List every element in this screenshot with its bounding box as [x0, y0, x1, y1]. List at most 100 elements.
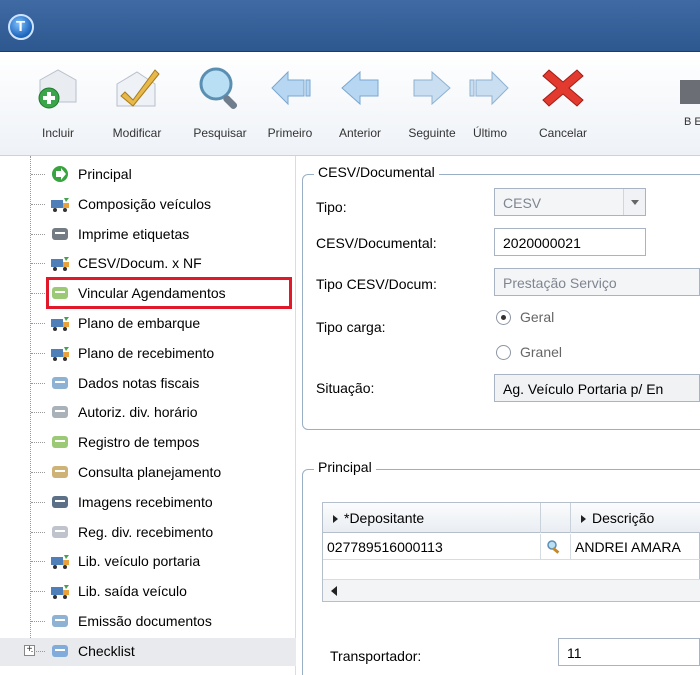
situacao-label: Situação:	[316, 380, 375, 396]
gear-link-icon	[50, 433, 70, 451]
carga-granel-radio[interactable]	[496, 345, 511, 360]
pesquisar-label: Pesquisar	[193, 126, 247, 140]
tree-item-label: Imagens recebimento	[78, 494, 213, 510]
principal-group-legend: Principal	[314, 459, 376, 475]
pesquisar-button[interactable]: Pesquisar	[184, 58, 256, 150]
column-header-depositante[interactable]: *Depositante	[323, 503, 541, 533]
tipo-value: CESV	[503, 195, 542, 211]
transportador-label: Transportador:	[330, 648, 422, 664]
scroll-left-icon[interactable]	[331, 586, 337, 596]
primeiro-button[interactable]: Primeiro	[256, 58, 324, 150]
flask-icon	[50, 523, 70, 541]
truncated-icon	[680, 80, 700, 104]
main-toolbar: Incluir Modificar Pesquisar Primeiro Ant…	[0, 52, 700, 156]
tree-item-label: Principal	[78, 166, 132, 182]
tree-item[interactable]: Reg. div. recebimento	[30, 518, 213, 546]
tree-item[interactable]: Principal	[30, 160, 132, 188]
tree-item[interactable]: Plano de recebimento	[30, 339, 214, 367]
tree-item-label: Lib. veículo portaria	[78, 553, 201, 569]
tree-item-label: Vincular Agendamentos	[78, 285, 226, 301]
cancelar-label: Cancelar	[538, 126, 588, 140]
magnifier-icon	[199, 67, 238, 110]
anterior-label: Anterior	[338, 126, 382, 140]
tree-item[interactable]: Plano de embarque	[30, 309, 200, 337]
document-list-icon	[50, 374, 70, 392]
tree-item-label: Plano de recebimento	[78, 345, 215, 361]
tree-item[interactable]: Consulta planejamento	[30, 458, 221, 486]
column-header-lookup	[541, 503, 571, 533]
ultimo-label: Último	[472, 126, 507, 140]
camera-icon	[50, 493, 70, 511]
lookup-search-icon[interactable]	[541, 534, 571, 560]
gear-link-icon	[50, 284, 70, 302]
cancel-x-icon	[542, 69, 584, 107]
tree-item[interactable]: Imprime etiquetas	[30, 220, 189, 248]
truck-icon	[50, 254, 70, 272]
tree-item-label: Checklist	[78, 643, 135, 659]
seguinte-button[interactable]: Seguinte	[400, 58, 464, 150]
cancelar-button[interactable]: Cancelar	[528, 58, 598, 150]
anterior-button[interactable]: Anterior	[328, 58, 392, 150]
tree-item-label: Registro de tempos	[78, 434, 200, 450]
cesv-documental-label: CESV/Documental:	[316, 235, 437, 251]
tree-item-label: Autoriz. div. horário	[78, 404, 198, 420]
situacao-field[interactable]: Ag. Veículo Portaria p/ En	[494, 374, 700, 402]
tree-item[interactable]: Registro de tempos	[30, 428, 199, 456]
ultimo-button[interactable]: Último	[458, 58, 522, 150]
tree-item-label: Emissão documentos	[78, 613, 212, 629]
cell-depositante[interactable]: 027789516000113	[323, 534, 541, 560]
carga-geral-label: Geral	[520, 309, 555, 325]
tree-item[interactable]: Imagens recebimento	[30, 488, 213, 516]
tree-item[interactable]: Emissão documentos	[30, 607, 212, 635]
tree-item-label: Reg. div. recebimento	[78, 524, 214, 540]
checklist-icon	[50, 642, 70, 660]
tree-item-label: Composição veículos	[78, 196, 212, 212]
tipo-carga-label: Tipo carga:	[316, 319, 386, 335]
tipo-cesv-docum-field[interactable]: Prestação Serviço	[494, 268, 700, 296]
tree-item[interactable]: Checklist	[30, 637, 135, 665]
carga-granel-label: Granel	[520, 344, 563, 360]
truck-icon	[50, 552, 70, 570]
tipo-select[interactable]: CESV	[494, 188, 646, 216]
transportador-field[interactable]: 11	[558, 638, 700, 666]
depositante-grid: *Depositante Descrição 027789516000113 A…	[322, 502, 700, 602]
window-title-bar	[0, 0, 700, 52]
primeiro-label: Primeiro	[267, 126, 313, 140]
column-header-descricao[interactable]: Descrição	[571, 503, 700, 533]
tree-item[interactable]: CESV/Docum. x NF	[30, 249, 202, 277]
app-logo-icon[interactable]	[8, 14, 34, 40]
next-arrow-icon	[413, 70, 451, 106]
tree-item-label: Imprime etiquetas	[78, 226, 190, 242]
grid-header: *Depositante Descrição	[323, 503, 700, 533]
chevron-down-icon[interactable]	[623, 189, 645, 215]
cell-descricao[interactable]: ANDREI AMARA	[571, 534, 700, 560]
modificar-label: Modificar	[112, 126, 162, 140]
document-list-icon	[50, 612, 70, 630]
cesv-documental-field[interactable]: 2020000021	[494, 228, 646, 256]
truck-icon	[50, 344, 70, 362]
tree-item-label: Dados notas fiscais	[78, 375, 200, 391]
tipo-label: Tipo:	[316, 199, 347, 215]
tree-item[interactable]: Dados notas fiscais	[30, 369, 199, 397]
tree-item[interactable]: Lib. veículo portaria	[30, 547, 200, 575]
seguinte-label: Seguinte	[408, 126, 456, 140]
incluir-button[interactable]: Incluir	[26, 58, 90, 150]
grid-horizontal-scrollbar[interactable]	[323, 579, 700, 601]
truncated-button[interactable]: B E	[680, 58, 700, 150]
tree-item-label: Lib. saída veículo	[78, 583, 187, 599]
tree-item[interactable]: Autoriz. div. horário	[30, 398, 198, 426]
tree-item-label: Plano de embarque	[78, 315, 201, 331]
tree-item-label: CESV/Docum. x NF	[78, 255, 202, 271]
tree-item[interactable]: Composição veículos	[30, 190, 211, 218]
modificar-button[interactable]: Modificar	[98, 58, 176, 150]
tree-item[interactable]: Lib. saída veículo	[30, 577, 187, 605]
truck-icon	[50, 582, 70, 600]
box-icon	[50, 463, 70, 481]
carga-geral-radio[interactable]	[496, 310, 511, 325]
tipo-cesv-docum-label: Tipo CESV/Docum:	[316, 276, 437, 292]
truck-icon	[50, 195, 70, 213]
previous-arrow-icon	[341, 70, 379, 106]
add-document-icon	[38, 69, 77, 109]
tree-item-label: Consulta planejamento	[78, 464, 222, 480]
tree-item[interactable]: Vincular Agendamentos	[30, 279, 226, 307]
